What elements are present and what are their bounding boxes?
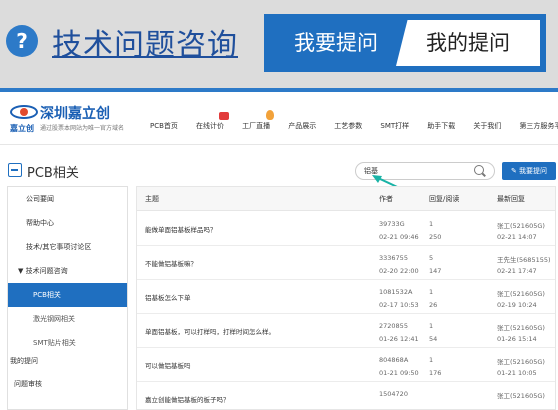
tab-ask-question[interactable]: 我要提问 [272,22,400,64]
row-topic[interactable]: 可以做铝基板吗 [145,360,191,370]
header-replies: 回复/阅读 [429,195,460,203]
search-icon[interactable] [474,165,484,175]
row-last-user: 张工(521605G) [497,392,545,400]
banner: ? 技术问题咨询 我要提问 我的提问 [0,0,558,90]
row-reads: 250 [429,233,442,241]
row-last-time: 02-21 17:47 [497,267,537,275]
row-author: 1081532A [379,288,413,296]
row-author: 3336755 [379,254,408,262]
logo-icon[interactable] [10,105,38,119]
row-reads: 54 [429,335,438,343]
nav-online-quote[interactable]: 在线计价 [196,112,230,131]
banner-tab-group: 我要提问 我的提问 [264,14,546,72]
row-date: 01-21 09:50 [379,369,419,377]
row-last-user: 张工(521605G) [497,290,545,298]
main-nav: PCB首页 在线计价 工厂直播 产品展示 工艺参数 SMT打样 助手下载 关于我… [150,110,558,131]
nav-about[interactable]: 关于我们 [473,121,501,131]
row-date: 01-26 12:41 [379,335,419,343]
logo-slogan: 通过股票本网站为唯一官方域名 [40,125,125,132]
row-date: 02-17 10:53 [379,301,419,309]
nav-third-party[interactable]: 第三方服务平台 [519,121,558,131]
row-last-time: 01-21 10:05 [497,369,537,377]
row-author: 39733G [379,220,405,228]
sidebar-item-my-questions[interactable]: 我的提问 [10,356,38,366]
row-date: 02-21 09:46 [379,233,419,241]
help-icon: ? [6,25,38,57]
topic-table: 主题 作者 回复/阅读 最新回复 能做单面铝基板样品吗？ 39733G 02-2… [136,186,556,410]
section-icon [8,163,22,177]
nav-factory-live-label: 工厂直播 [242,122,271,130]
sidebar-item-tech-questions[interactable]: ▼ 技术问题咨询 [8,259,127,283]
row-last-time: 02-21 14:07 [497,233,537,241]
section-title: PCB相关 [27,166,79,181]
sidebar-item-pcb[interactable]: PCB相关 [8,283,127,307]
row-replies: 1 [429,288,434,296]
row-reads: 176 [429,369,442,377]
sidebar-item-review[interactable]: 问题审核 [14,379,42,389]
tab-my-questions[interactable]: 我的提问 [396,20,540,66]
header-author: 作者 [379,195,393,203]
row-author: 804868A [379,356,409,364]
nav-download[interactable]: 助手下载 [427,121,455,131]
hot-flame-icon [266,110,275,120]
row-last-user: 张工(521605G) [497,358,545,366]
nav-factory-live[interactable]: 工厂直播 [242,110,275,131]
nav-smt[interactable]: SMT打样 [380,121,409,131]
header-topic: 主题 [145,195,159,203]
table-header: 主题 作者 回复/阅读 最新回复 [137,187,555,211]
table-row[interactable]: 不能做铝基板嘛？ 3336755 02-20 22:00 5 147 王先生(5… [137,246,555,280]
row-date: 02-20 22:00 [379,267,419,275]
logo-name[interactable]: 深圳嘉立创 [40,103,110,123]
sidebar-item-laser-stencil[interactable]: 激光钢网相关 [8,307,127,331]
row-author: 2720855 [379,322,408,330]
row-topic[interactable]: 单面铝基板，可以打样吗，打样时间怎么样。 [145,326,275,336]
sidebar-item-company-news[interactable]: 公司要闻 [8,187,127,211]
ask-question-label: 我要提问 [519,167,548,175]
row-last-time: 02-19 10:24 [497,301,537,309]
ask-question-button[interactable]: ✎ 我要提问 [502,162,556,180]
nav-online-quote-label: 在线计价 [196,122,225,130]
header-last-reply: 最新回复 [497,195,525,203]
site-header: 深圳嘉立创 嘉立创 通过股票本网站为唯一官方域名 PCB首页 在线计价 工厂直播… [0,95,558,145]
table-row[interactable]: 铝基板怎么下单 1081532A 02-17 10:53 1 26 张工(521… [137,280,555,314]
banner-divider [0,88,558,92]
row-author: 1504720 [379,390,408,398]
row-reads: 147 [429,267,442,275]
row-replies: 5 [429,254,434,262]
nav-products[interactable]: 产品展示 [288,121,316,131]
row-topic[interactable]: 能做单面铝基板样品吗？ [145,224,217,234]
sidebar-item-help-center[interactable]: 帮助中心 [8,211,127,235]
banner-title[interactable]: 技术问题咨询 [52,20,238,64]
table-row[interactable]: 单面铝基板，可以打样吗，打样时间怎么样。 2720855 01-26 12:41… [137,314,555,348]
row-topic[interactable]: 嘉立创能做铝基板的板子吗？ [145,394,230,404]
row-last-user: 王先生(5685155) [497,256,551,264]
row-topic[interactable]: 不能做铝基板嘛？ [145,258,197,268]
sidebar: 公司要闻 帮助中心 技术/其它事项讨论区 ▼ 技术问题咨询 PCB相关 激光钢网… [7,186,128,410]
nav-process-params[interactable]: 工艺参数 [334,121,362,131]
row-reads: 26 [429,301,438,309]
row-topic[interactable]: 铝基板怎么下单 [145,292,191,302]
logo-brand: 嘉立创 [10,124,34,133]
table-row[interactable]: 能做单面铝基板样品吗？ 39733G 02-21 09:46 1 250 张工(… [137,212,555,246]
sidebar-item-discussion[interactable]: 技术/其它事项讨论区 [8,235,127,259]
row-last-user: 张工(521605G) [497,222,545,230]
table-row[interactable]: 嘉立创能做铝基板的板子吗？ 1504720 张工(521605G) [137,382,555,409]
nav-pcb-home[interactable]: PCB首页 [150,121,178,131]
row-last-time: 01-26 15:14 [497,335,537,343]
sidebar-item-smt[interactable]: SMT贴片相关 [8,331,127,355]
row-replies: 1 [429,356,434,364]
row-replies: 1 [429,220,434,228]
row-replies: 1 [429,322,434,330]
new-badge-icon [219,112,230,120]
row-last-user: 张工(521605G) [497,324,545,332]
table-row[interactable]: 可以做铝基板吗 804868A 01-21 09:50 1 176 张工(521… [137,348,555,382]
